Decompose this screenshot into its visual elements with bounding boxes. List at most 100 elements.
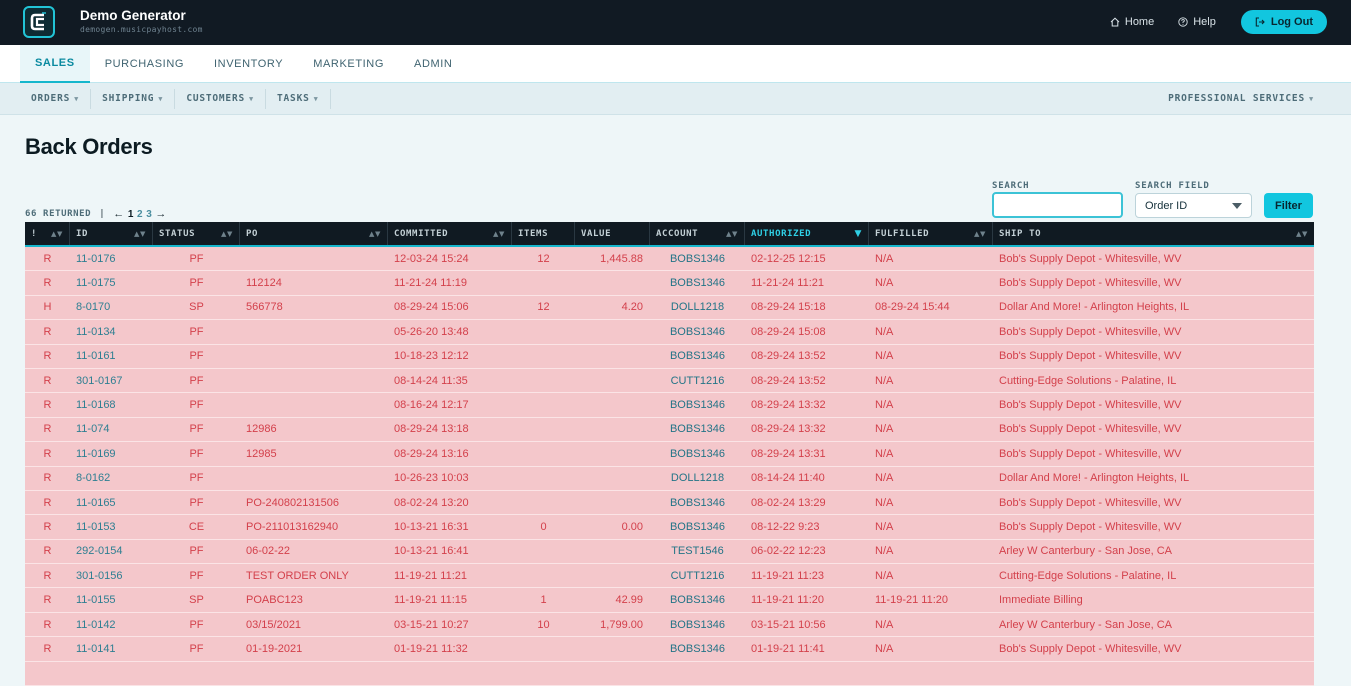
cell-id[interactable]: 11-0175 bbox=[70, 271, 153, 294]
table-row[interactable] bbox=[25, 661, 1314, 686]
table-row[interactable]: R 11-0142 PF 03/15/2021 03-15-21 10:27 10 1,79… bbox=[25, 612, 1314, 638]
column-header-value[interactable]: VALUE bbox=[575, 222, 650, 245]
table-row[interactable]: R 11-0169 PF 12985 08-29-24 13:16 BOBS1346 08-… bbox=[25, 442, 1314, 467]
cell-account[interactable]: TEST1546 bbox=[650, 540, 745, 563]
subnav-customers[interactable]: CUSTOMERS ▼ bbox=[175, 88, 267, 109]
cell-authorized: 06-02-22 12:23 bbox=[751, 545, 826, 558]
cell-account[interactable]: BOBS1346 bbox=[650, 271, 745, 294]
table-row[interactable]: H 8-0170 SP 566778 08-29-24 15:06 12 4.20 DOLL1… bbox=[25, 295, 1314, 321]
cell-id[interactable]: 11-074 bbox=[70, 418, 153, 441]
cell-id[interactable]: 11-0169 bbox=[70, 442, 153, 465]
prev-page-icon[interactable]: ← bbox=[113, 208, 125, 220]
cell-ship-to: Dollar And More! - Arlington Heights, IL bbox=[999, 301, 1190, 314]
subnav-professional-services[interactable]: PROFESSIONAL SERVICES ▼ bbox=[1157, 89, 1325, 109]
tab-marketing[interactable]: MARKETING bbox=[298, 45, 399, 83]
column-header-committed[interactable]: COMMITTED ▲▼ bbox=[388, 222, 512, 245]
column-header-po[interactable]: PO ▲▼ bbox=[240, 222, 388, 245]
logout-button[interactable]: Log Out bbox=[1240, 10, 1327, 34]
cell-account[interactable]: BOBS1346 bbox=[650, 637, 745, 660]
cell-value bbox=[575, 393, 650, 416]
cell-id[interactable] bbox=[70, 662, 153, 685]
help-link[interactable]: Help bbox=[1171, 12, 1223, 32]
cell-id[interactable]: 292-0154 bbox=[70, 540, 153, 563]
column-header-account[interactable]: ACCOUNT ▲▼ bbox=[650, 222, 745, 245]
cell-id[interactable]: 11-0155 bbox=[70, 588, 153, 611]
cell-id[interactable]: 8-0170 bbox=[70, 296, 153, 319]
search-input[interactable] bbox=[992, 192, 1123, 218]
cell-id[interactable]: 11-0168 bbox=[70, 393, 153, 416]
tab-admin[interactable]: ADMIN bbox=[399, 45, 467, 83]
cell-id[interactable]: 11-0165 bbox=[70, 491, 153, 514]
column-header-items[interactable]: ITEMS bbox=[512, 222, 575, 245]
sort-desc-icon: ▼ bbox=[854, 228, 862, 239]
tab-purchasing[interactable]: PURCHASING bbox=[90, 45, 199, 83]
table-row[interactable]: R 292-0154 PF 06-02-22 10-13-21 16:41 TEST154… bbox=[25, 539, 1314, 565]
cell-flag: R bbox=[43, 545, 52, 558]
page-link[interactable]: 1 bbox=[128, 209, 134, 220]
sort-icon: ▲▼ bbox=[134, 229, 146, 238]
column-header-authorized[interactable]: AUTHORIZED ▼ bbox=[745, 222, 869, 245]
cell-account[interactable]: BOBS1346 bbox=[650, 491, 745, 514]
cell-account[interactable]: BOBS1346 bbox=[650, 442, 745, 465]
cell-account[interactable]: BOBS1346 bbox=[650, 418, 745, 441]
cell-account[interactable]: BOBS1346 bbox=[650, 515, 745, 538]
cell-id[interactable]: 301-0167 bbox=[70, 369, 153, 392]
table-row[interactable]: R 11-0134 PF 05-26-20 13:48 BOBS1346 08-29-24… bbox=[25, 320, 1314, 345]
cell-account[interactable]: DOLL1218 bbox=[650, 467, 745, 490]
cell-account[interactable]: BOBS1346 bbox=[650, 588, 745, 611]
cell-id[interactable]: 301-0156 bbox=[70, 564, 153, 587]
cell-id[interactable]: 11-0134 bbox=[70, 320, 153, 343]
table-row[interactable]: R 301-0167 PF 08-14-24 11:35 CUTT1216 08-29-2… bbox=[25, 368, 1314, 394]
cell-items bbox=[512, 345, 575, 368]
cell-id[interactable]: 11-0142 bbox=[70, 613, 153, 636]
column-header-ship-to[interactable]: SHIP TO ▲▼ bbox=[993, 222, 1314, 245]
cell-id[interactable]: 11-0176 bbox=[70, 247, 153, 270]
cell-account[interactable]: BOBS1346 bbox=[650, 320, 745, 343]
app-logo-icon[interactable] bbox=[23, 6, 55, 38]
page-link[interactable]: 3 bbox=[146, 209, 152, 220]
table-row[interactable]: R 11-0176 PF 12-03-24 15:24 12 1,445.88 BOBS13… bbox=[25, 247, 1314, 272]
subnav-tasks[interactable]: TASKS ▼ bbox=[266, 88, 331, 109]
cell-committed: 03-15-21 10:27 bbox=[394, 618, 469, 631]
cell-account[interactable]: DOLL1218 bbox=[650, 296, 745, 319]
cell-account[interactable]: BOBS1346 bbox=[650, 613, 745, 636]
search-field-select[interactable]: Order ID bbox=[1135, 193, 1252, 218]
subnav-shipping[interactable]: SHIPPING ▼ bbox=[91, 88, 176, 109]
table-row[interactable]: R 11-0161 PF 10-18-23 12:12 BOBS1346 08-29-24… bbox=[25, 344, 1314, 369]
cell-account[interactable]: BOBS1346 bbox=[650, 247, 745, 270]
table-row[interactable]: R 11-074 PF 12986 08-29-24 13:18 BOBS1346 08-2… bbox=[25, 417, 1314, 443]
cell-id[interactable]: 11-0141 bbox=[70, 637, 153, 660]
cell-id[interactable]: 11-0153 bbox=[70, 515, 153, 538]
table-row[interactable]: R 8-0162 PF 10-26-23 10:03 DOLL1218 08-14-24 … bbox=[25, 466, 1314, 491]
cell-id[interactable]: 11-0161 bbox=[70, 345, 153, 368]
filter-button[interactable]: Filter bbox=[1264, 193, 1313, 218]
column-header-flag[interactable]: ! ▲▼ bbox=[25, 222, 70, 245]
tab-sales[interactable]: SALES bbox=[20, 45, 90, 83]
cell-account[interactable] bbox=[650, 662, 745, 685]
table-row[interactable]: R 301-0156 PF TEST ORDER ONLY 11-19-21 11:21… bbox=[25, 564, 1314, 589]
table-row[interactable]: R 11-0153 CE PO-211013162940 10-13-21 16:31 0… bbox=[25, 515, 1314, 540]
tab-inventory[interactable]: INVENTORY bbox=[199, 45, 298, 83]
cell-account[interactable]: CUTT1216 bbox=[650, 369, 745, 392]
cell-account[interactable]: BOBS1346 bbox=[650, 345, 745, 368]
column-header-fulfilled[interactable]: FULFILLED ▲▼ bbox=[869, 222, 993, 245]
cell-items bbox=[512, 271, 575, 294]
table-row[interactable]: R 11-0168 PF 08-16-24 12:17 BOBS1346 08-29-24… bbox=[25, 393, 1314, 418]
column-header-status[interactable]: STATUS ▲▼ bbox=[153, 222, 240, 245]
cell-status: PF bbox=[189, 325, 204, 338]
column-header-id[interactable]: ID ▲▼ bbox=[70, 222, 153, 245]
cell-account[interactable]: CUTT1216 bbox=[650, 564, 745, 587]
next-page-icon[interactable]: → bbox=[155, 208, 167, 220]
table-row[interactable]: R 11-0175 PF 112124 11-21-24 11:19 BOBS1346 11… bbox=[25, 271, 1314, 296]
cell-ship-to: Immediate Billing bbox=[999, 594, 1083, 607]
cell-id[interactable]: 8-0162 bbox=[70, 467, 153, 490]
cell-po: 01-19-2021 bbox=[246, 642, 303, 655]
cell-account[interactable]: BOBS1346 bbox=[650, 393, 745, 416]
chevron-down-icon: ▼ bbox=[1308, 94, 1314, 103]
table-row[interactable]: R 11-0141 PF 01-19-2021 01-19-21 11:32 BOBS13… bbox=[25, 637, 1314, 662]
subnav-orders[interactable]: ORDERS ▼ bbox=[20, 88, 92, 109]
page-link[interactable]: 2 bbox=[137, 209, 143, 220]
table-row[interactable]: R 11-0155 SP POABC123 11-19-21 11:15 1 42.99 BO… bbox=[25, 588, 1314, 613]
home-link[interactable]: Home bbox=[1103, 12, 1161, 32]
table-row[interactable]: R 11-0165 PF PO-240802131506 08-02-24 13:20 B… bbox=[25, 490, 1314, 516]
